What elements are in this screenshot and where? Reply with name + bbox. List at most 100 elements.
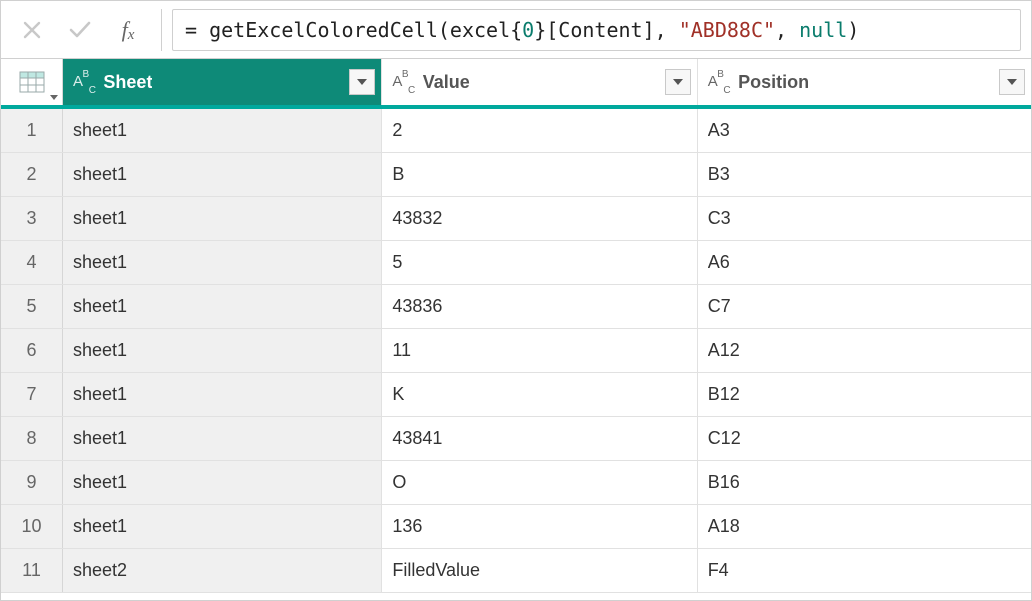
cell-text: sheet1 — [73, 296, 127, 317]
row-number[interactable]: 3 — [1, 197, 63, 240]
table-row[interactable]: 8sheet1 43841 C12 — [1, 417, 1031, 461]
row-number[interactable]: 1 — [1, 109, 63, 152]
cell-text: B — [392, 164, 404, 185]
row-number[interactable]: 8 — [1, 417, 63, 460]
cell-sheet[interactable]: sheet1 — [63, 285, 382, 328]
table-row[interactable]: 3sheet1 43832 C3 — [1, 197, 1031, 241]
cell-position[interactable]: A12 — [698, 329, 1031, 372]
column-header-sheet[interactable]: ABC Sheet — [63, 59, 382, 105]
cell-sheet[interactable]: sheet1 — [63, 373, 382, 416]
cell-text: sheet1 — [73, 516, 127, 537]
cell-sheet[interactable]: sheet1 — [63, 109, 382, 152]
row-number[interactable]: 5 — [1, 285, 63, 328]
cell-text: B3 — [708, 164, 730, 185]
type-icon: ABC — [708, 72, 730, 93]
column-label: Position — [738, 72, 809, 93]
rows-container: 1sheet12A32sheet1BB33sheet143832C34sheet… — [1, 109, 1031, 593]
cell-sheet[interactable]: sheet1 — [63, 417, 382, 460]
table-row[interactable]: 5 sheet1 43836 C7 — [1, 285, 1031, 329]
table-row[interactable]: 2 sheet1 B B3 — [1, 153, 1031, 197]
cell-position[interactable]: B16 — [698, 461, 1031, 504]
cell-value[interactable]: B — [382, 153, 697, 196]
cell-value[interactable]: K — [382, 373, 697, 416]
cell-sheet[interactable]: sheet1 — [63, 329, 382, 372]
cell-text: 43841 — [392, 428, 442, 449]
column-header-position[interactable]: ABC Position — [698, 59, 1031, 105]
column-label: Sheet — [103, 72, 152, 93]
cell-value[interactable]: 136 — [382, 505, 697, 548]
cell-position[interactable]: C12 — [698, 417, 1031, 460]
cell-sheet[interactable]: sheet1 — [63, 461, 382, 504]
formula-index: 0 — [522, 18, 534, 42]
cell-text: sheet1 — [73, 164, 127, 185]
filter-button-position[interactable] — [999, 69, 1025, 95]
cell-value[interactable]: O — [382, 461, 697, 504]
formula-text: = getExcelColoredCell(excel{ — [185, 18, 522, 42]
chevron-down-icon — [1007, 79, 1017, 86]
cell-value[interactable]: 11 — [382, 329, 697, 372]
filter-button-value[interactable] — [665, 69, 691, 95]
cell-sheet[interactable]: sheet1 — [63, 153, 382, 196]
cell-text: 43832 — [392, 208, 442, 229]
table-row[interactable]: 1 sheet1 2 A3 — [1, 109, 1031, 153]
table-row[interactable]: 9sheet1 O B16 — [1, 461, 1031, 505]
filter-button-sheet[interactable] — [349, 69, 375, 95]
cell-text: 11 — [392, 340, 411, 361]
cell-position[interactable]: B12 — [698, 373, 1031, 416]
chevron-down-icon — [673, 79, 683, 86]
cell-position[interactable]: C3 — [698, 197, 1031, 240]
table-row[interactable]: 11sheet2 FilledValue F4 — [1, 549, 1031, 593]
cell-sheet[interactable]: sheet1 — [63, 241, 382, 284]
cell-text: FilledValue — [392, 560, 480, 581]
formula-sep: , — [775, 18, 799, 42]
row-number[interactable]: 7 — [1, 373, 63, 416]
row-number[interactable]: 9 — [1, 461, 63, 504]
cell-position[interactable]: A6 — [698, 241, 1031, 284]
chevron-down-icon — [357, 79, 367, 86]
cell-text: K — [392, 384, 404, 405]
cell-text: C7 — [708, 296, 731, 317]
table-row[interactable]: 6 sheet1 11 A12 — [1, 329, 1031, 373]
cell-sheet[interactable]: sheet1 — [63, 197, 382, 240]
cell-text: 2 — [392, 120, 402, 141]
cell-position[interactable]: F4 — [698, 549, 1031, 592]
cell-text: 43836 — [392, 296, 442, 317]
row-number[interactable]: 4 — [1, 241, 63, 284]
select-all-cell[interactable] — [1, 59, 63, 105]
table-row[interactable]: 10 sheet1 136A18 — [1, 505, 1031, 549]
chevron-down-icon — [50, 95, 58, 101]
formula-mid: }[Content], — [534, 18, 679, 42]
row-number[interactable]: 2 — [1, 153, 63, 196]
cell-position[interactable]: A18 — [698, 505, 1031, 548]
formula-input[interactable]: = getExcelColoredCell(excel{0}[Content],… — [172, 9, 1021, 51]
cell-position[interactable]: B3 — [698, 153, 1031, 196]
cell-value[interactable]: 43841 — [382, 417, 697, 460]
row-number[interactable]: 6 — [1, 329, 63, 372]
cell-text: A3 — [708, 120, 730, 141]
formula-string: "ABD88C" — [679, 18, 775, 42]
cell-position[interactable]: A3 — [698, 109, 1031, 152]
cell-position[interactable]: C7 — [698, 285, 1031, 328]
row-number[interactable]: 10 — [1, 505, 63, 548]
cell-value[interactable]: 43836 — [382, 285, 697, 328]
cell-text: F4 — [708, 560, 729, 581]
cancel-icon — [11, 12, 53, 48]
cell-text: sheet1 — [73, 120, 127, 141]
cell-text: 5 — [392, 252, 402, 273]
cell-text: sheet1 — [73, 340, 127, 361]
cell-value[interactable]: FilledValue — [382, 549, 697, 592]
cell-sheet[interactable]: sheet1 — [63, 505, 382, 548]
cell-value[interactable]: 2 — [382, 109, 697, 152]
cell-sheet[interactable]: sheet2 — [63, 549, 382, 592]
cell-value[interactable]: 43832 — [382, 197, 697, 240]
cell-value[interactable]: 5 — [382, 241, 697, 284]
column-header-value[interactable]: ABC Value — [382, 59, 697, 105]
table-row[interactable]: 7sheet1 K B12 — [1, 373, 1031, 417]
cell-text: C3 — [708, 208, 731, 229]
row-number[interactable]: 11 — [1, 549, 63, 592]
cell-text: B16 — [708, 472, 740, 493]
table-row[interactable]: 4sheet1 5 A6 — [1, 241, 1031, 285]
column-header-row: ABC Sheet ABC Value ABC Position — [1, 59, 1031, 109]
cell-text: O — [392, 472, 406, 493]
cell-text: B12 — [708, 384, 740, 405]
